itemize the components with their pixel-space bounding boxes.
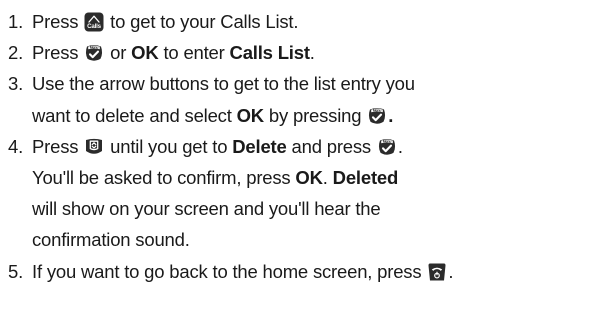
instruction-list: 1. Press Calls to get to your Calls List.…	[8, 6, 591, 287]
menu-ok-icon: Menu	[84, 43, 104, 63]
step-text-fragment: If you want to go back to the home scree…	[32, 260, 427, 282]
step-item: 4. Press until you get to Delete and pres…	[8, 131, 591, 256]
step-number: 5.	[8, 260, 24, 282]
step-text: Use the arrow buttons to get to the list…	[32, 68, 591, 130]
step-item: 3. Use the arrow buttons to get to the li…	[8, 68, 591, 130]
icon-label: Menu	[383, 140, 392, 144]
icon-label: Menu	[373, 108, 382, 112]
step-line: If you want to go back to the home scree…	[32, 256, 591, 287]
step-number: 1.	[8, 11, 24, 32]
step-text-fragment: Use the arrow buttons to get to the list…	[32, 73, 415, 95]
step-text: Press Calls to get to your Calls List.	[32, 6, 591, 37]
step-text-fragment: and press	[286, 135, 376, 157]
step-number: 2.	[8, 42, 24, 64]
bold-term: OK	[131, 42, 159, 64]
menu-ok-icon: Menu	[377, 137, 397, 157]
step-text: Press Menu or OK to enter Calls List.	[32, 37, 591, 68]
step-text-fragment: or	[105, 42, 132, 64]
step-line: Press until you get to Delete and press …	[32, 131, 591, 162]
step-text-fragment: Press	[32, 11, 84, 32]
step-number: 3.	[8, 73, 24, 95]
step-text-fragment: to get to your Calls List.	[105, 11, 299, 32]
step-item: 5. If you want to go back to the home scr…	[8, 256, 591, 287]
step-line: Press Calls to get to your Calls List.	[32, 6, 591, 37]
step-text-fragment: You'll be asked to confirm, press	[32, 167, 296, 189]
step-line: Press Menu or OK to enter Calls List.	[32, 37, 591, 68]
step-text-fragment: Press	[32, 42, 84, 64]
step-text-fragment: to enter	[158, 42, 230, 64]
step-text-fragment: .	[448, 260, 454, 282]
bold-term: OK	[236, 104, 265, 126]
step-line: will show on your screen and you'll hear…	[32, 193, 591, 224]
step-item: 2. Press Menu or OK to enter Calls List.	[8, 37, 591, 68]
navigation-icon	[84, 137, 104, 157]
step-text-fragment: want to delete and select	[32, 104, 237, 126]
bold-term: Calls List	[229, 42, 310, 64]
step-text-fragment: confirmation sound.	[32, 229, 190, 251]
step-line: Use the arrow buttons to get to the list…	[32, 68, 591, 99]
step-number: 4.	[8, 135, 24, 157]
end-call-icon	[427, 262, 447, 282]
step-line: confirmation sound.	[32, 224, 591, 255]
step-item: 1. Press Calls to get to your Calls List.	[8, 6, 591, 37]
step-text: Press until you get to Delete and press …	[32, 131, 591, 256]
icon-label: Calls	[87, 23, 102, 30]
menu-ok-icon: Menu	[367, 106, 387, 126]
step-text-fragment: by pressing	[263, 104, 367, 126]
step-text-fragment: .	[309, 42, 315, 64]
step-text-fragment: .	[397, 135, 403, 157]
step-text-fragment: .	[322, 167, 333, 189]
bold-term: Delete	[232, 135, 287, 157]
step-text-fragment: Press	[32, 135, 84, 157]
step-text-fragment: until you get to	[105, 135, 233, 157]
bold-term: .	[388, 104, 394, 126]
step-line: want to delete and select OK by pressing…	[32, 100, 591, 131]
step-text: If you want to go back to the home scree…	[32, 256, 591, 287]
calls-icon: Calls	[84, 12, 104, 32]
step-text-fragment: will show on your screen and you'll hear…	[32, 198, 381, 220]
icon-label: Menu	[90, 46, 99, 50]
step-line: You'll be asked to confirm, press OK. De…	[32, 162, 591, 193]
bold-term: Deleted	[332, 167, 399, 189]
bold-term: OK	[295, 167, 323, 189]
